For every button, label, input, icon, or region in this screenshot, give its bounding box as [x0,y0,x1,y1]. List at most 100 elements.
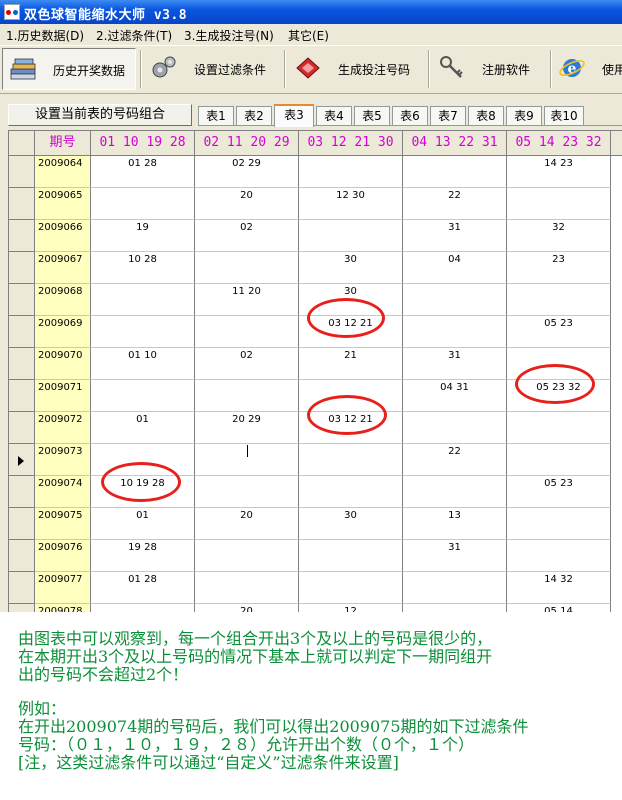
period-cell[interactable]: 2009065 [35,188,91,220]
grid-cell[interactable] [507,540,611,572]
grid-cell[interactable]: 23 [507,252,611,284]
grid-cell[interactable]: 30 [299,508,403,540]
history-data-button[interactable]: 历史开奖数据 [2,48,136,90]
grid-cell[interactable]: 04 31 [403,380,507,412]
row-indicator[interactable] [9,220,35,252]
row-indicator[interactable] [9,412,35,444]
grid-cell[interactable] [507,284,611,316]
grid-cell[interactable] [91,188,195,220]
grid-cell[interactable] [507,348,611,380]
grid-cell[interactable] [299,220,403,252]
grid-cell[interactable] [91,380,195,412]
row-indicator[interactable] [9,284,35,316]
usage-button[interactable]: e 使用 [556,48,622,90]
table-row[interactable]: 2009065 20 12 30 22 [9,188,622,220]
register-button[interactable]: 注册软件 [434,48,546,90]
period-cell[interactable]: 2009071 [35,380,91,412]
table-row[interactable]: 2009067 10 28 30 04 23 [9,252,622,284]
tab-table-3[interactable]: 表3 [274,104,314,127]
grid-cell[interactable] [403,316,507,348]
grid-cell[interactable]: 19 28 [91,540,195,572]
grid-cell[interactable]: 01 28 [91,156,195,188]
grid-cell[interactable] [195,476,299,508]
grid-cell[interactable]: 01 28 [91,572,195,604]
grid-cell[interactable]: 30 [299,252,403,284]
grid-cell[interactable]: 12 [299,604,403,612]
period-cell[interactable]: 2009072 [35,412,91,444]
period-cell[interactable]: 2009067 [35,252,91,284]
period-cell[interactable]: 2009075 [35,508,91,540]
history-grid[interactable]: 期号 01 10 19 28 02 11 20 29 03 12 21 30 0… [8,130,622,612]
grid-cell[interactable] [507,444,611,476]
period-cell[interactable]: 2009077 [35,572,91,604]
grid-cell[interactable] [403,284,507,316]
grid-cell[interactable]: 20 [195,508,299,540]
table-row[interactable]: 2009075 01 20 30 13 [9,508,622,540]
grid-cell[interactable] [403,156,507,188]
grid-cell[interactable]: 02 29 [195,156,299,188]
table-row[interactable]: 2009068 11 20 30 [9,284,622,316]
grid-cell[interactable] [91,604,195,612]
grid-cell[interactable]: 19 [91,220,195,252]
set-filter-button[interactable]: 设置过滤条件 [146,48,280,90]
grid-cell[interactable]: 01 10 [91,348,195,380]
grid-cell[interactable]: 03 12 21 [299,412,403,444]
grid-cell[interactable] [507,412,611,444]
grid-cell[interactable]: 30 [299,284,403,316]
grid-cell[interactable] [195,316,299,348]
generate-numbers-button[interactable]: 生成投注号码 [290,48,424,90]
tab-table-5[interactable]: 表5 [354,106,390,126]
grid-cell[interactable] [299,380,403,412]
table-row[interactable]: 2009074 10 19 28 05 23 [9,476,622,508]
grid-cell[interactable]: 31 [403,348,507,380]
table-row[interactable]: 2009078 20 12 05 14 [9,604,622,612]
grid-cell[interactable] [507,508,611,540]
grid-cell[interactable]: 12 30 [299,188,403,220]
grid-cell[interactable]: 04 [403,252,507,284]
grid-cell[interactable]: 10 19 28 [91,476,195,508]
tab-table-4[interactable]: 表4 [316,106,352,126]
period-cell[interactable]: 2009078 [35,604,91,612]
grid-cell[interactable]: 14 32 [507,572,611,604]
grid-cell[interactable] [299,156,403,188]
table-row[interactable]: 2009064 01 28 02 29 14 23 [9,156,622,188]
grid-cell[interactable]: 01 [91,412,195,444]
row-indicator[interactable] [9,316,35,348]
grid-cell[interactable] [195,444,299,476]
grid-cell[interactable]: 14 23 [507,156,611,188]
grid-cell[interactable]: 02 [195,348,299,380]
column-header[interactable]: 04 13 22 31 [403,131,507,155]
column-header[interactable]: 05 14 23 32 [507,131,611,155]
table-row[interactable]: 2009069 03 12 21 05 23 [9,316,622,348]
row-indicator[interactable] [9,252,35,284]
row-indicator[interactable] [9,476,35,508]
grid-cell[interactable] [195,572,299,604]
table-row[interactable]: 2009073 22 [9,444,622,476]
row-indicator[interactable] [9,444,35,476]
grid-cell[interactable] [91,316,195,348]
grid-cell[interactable] [403,572,507,604]
grid-cell[interactable] [403,412,507,444]
column-header[interactable]: 02 11 20 29 [195,131,299,155]
tab-table-2[interactable]: 表2 [236,106,272,126]
period-cell[interactable]: 2009074 [35,476,91,508]
grid-cell[interactable] [299,572,403,604]
row-indicator[interactable] [9,188,35,220]
period-cell[interactable]: 2009070 [35,348,91,380]
row-indicator[interactable] [9,380,35,412]
period-header[interactable]: 期号 [35,131,91,155]
grid-cell[interactable]: 32 [507,220,611,252]
grid-cell[interactable] [299,444,403,476]
menu-generate-numbers[interactable]: 3.生成投注号(N) [184,27,274,44]
grid-cell[interactable]: 31 [403,220,507,252]
grid-cell[interactable]: 11 20 [195,284,299,316]
grid-cell[interactable]: 20 [195,604,299,612]
grid-cell[interactable] [507,188,611,220]
table-row[interactable]: 2009077 01 28 14 32 [9,572,622,604]
grid-cell[interactable]: 31 [403,540,507,572]
grid-cell[interactable] [195,380,299,412]
grid-cell[interactable]: 10 28 [91,252,195,284]
grid-cell[interactable] [299,540,403,572]
grid-cell[interactable]: 01 [91,508,195,540]
tab-table-6[interactable]: 表6 [392,106,428,126]
